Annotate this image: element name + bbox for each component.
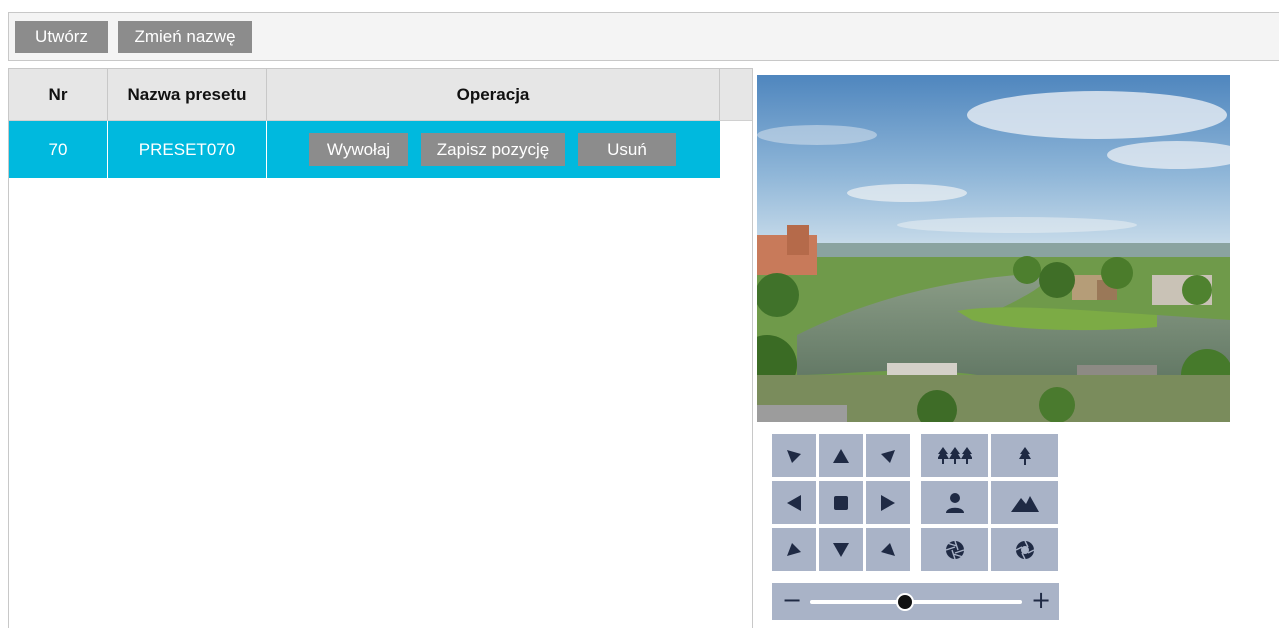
zoom-out-icon — [937, 446, 972, 464]
tilt-up-button[interactable] — [819, 434, 863, 477]
focus-far-icon — [1010, 495, 1039, 512]
focus-near-button[interactable] — [921, 481, 988, 524]
column-header-preset-name: Nazwa presetu — [108, 69, 267, 120]
pan-right-button[interactable] — [866, 481, 910, 524]
arrow-left-icon — [787, 494, 801, 511]
pan-up-right-button[interactable] — [866, 434, 910, 477]
iris-close-icon — [945, 540, 964, 559]
camera-live-view[interactable] — [757, 75, 1230, 422]
pan-up-left-button[interactable] — [772, 434, 816, 477]
table-header: Nr Nazwa presetu Operacja — [9, 69, 752, 121]
pan-down-left-button[interactable] — [772, 528, 816, 571]
arrow-down-icon — [833, 542, 849, 557]
arrow-right-icon — [881, 494, 895, 511]
save-position-button[interactable]: Zapisz pozycję — [421, 133, 565, 166]
create-button[interactable]: Utwórz — [15, 21, 108, 53]
zoom-in-icon — [1018, 446, 1031, 465]
speed-minus-button[interactable]: − — [782, 586, 802, 614]
focus-near-icon — [945, 492, 964, 513]
stop-button[interactable] — [819, 481, 863, 524]
camera-image — [757, 75, 1230, 422]
speed-plus-button[interactable]: + — [1031, 585, 1051, 615]
preset-number: 70 — [9, 121, 108, 178]
arrow-down-right-icon — [881, 542, 895, 556]
table-row[interactable]: 70 PRESET070 Wywołaj Zapisz pozycję Usuń — [9, 121, 720, 178]
delete-preset-button[interactable]: Usuń — [578, 133, 676, 166]
speed-slider[interactable]: − + — [772, 583, 1059, 620]
arrow-up-right-icon — [881, 449, 895, 463]
column-header-nr: Nr — [9, 69, 108, 120]
toolbar: Utwórz Zmień nazwę — [8, 12, 1279, 61]
slider-track[interactable] — [810, 600, 1022, 604]
zoom-in-button[interactable] — [991, 434, 1058, 477]
column-header-spacer — [720, 69, 752, 120]
iris-open-button[interactable] — [991, 528, 1058, 571]
focus-far-button[interactable] — [991, 481, 1058, 524]
pan-down-right-button[interactable] — [866, 528, 910, 571]
call-preset-button[interactable]: Wywołaj — [309, 133, 408, 166]
slider-handle[interactable] — [896, 593, 915, 611]
pan-left-button[interactable] — [772, 481, 816, 524]
stop-icon — [834, 495, 848, 510]
operation-cell: Wywołaj Zapisz pozycję Usuń — [267, 121, 720, 178]
arrow-up-icon — [833, 448, 849, 463]
rename-button[interactable]: Zmień nazwę — [118, 21, 252, 53]
arrow-down-left-icon — [787, 542, 801, 556]
preset-table: Nr Nazwa presetu Operacja 70 PRESET070 W… — [8, 68, 753, 628]
iris-open-icon — [1015, 540, 1034, 559]
arrow-up-left-icon — [787, 449, 801, 463]
preset-name: PRESET070 — [108, 121, 267, 178]
tilt-down-button[interactable] — [819, 528, 863, 571]
iris-close-button[interactable] — [921, 528, 988, 571]
column-header-operation: Operacja — [267, 69, 720, 120]
zoom-out-button[interactable] — [921, 434, 988, 477]
